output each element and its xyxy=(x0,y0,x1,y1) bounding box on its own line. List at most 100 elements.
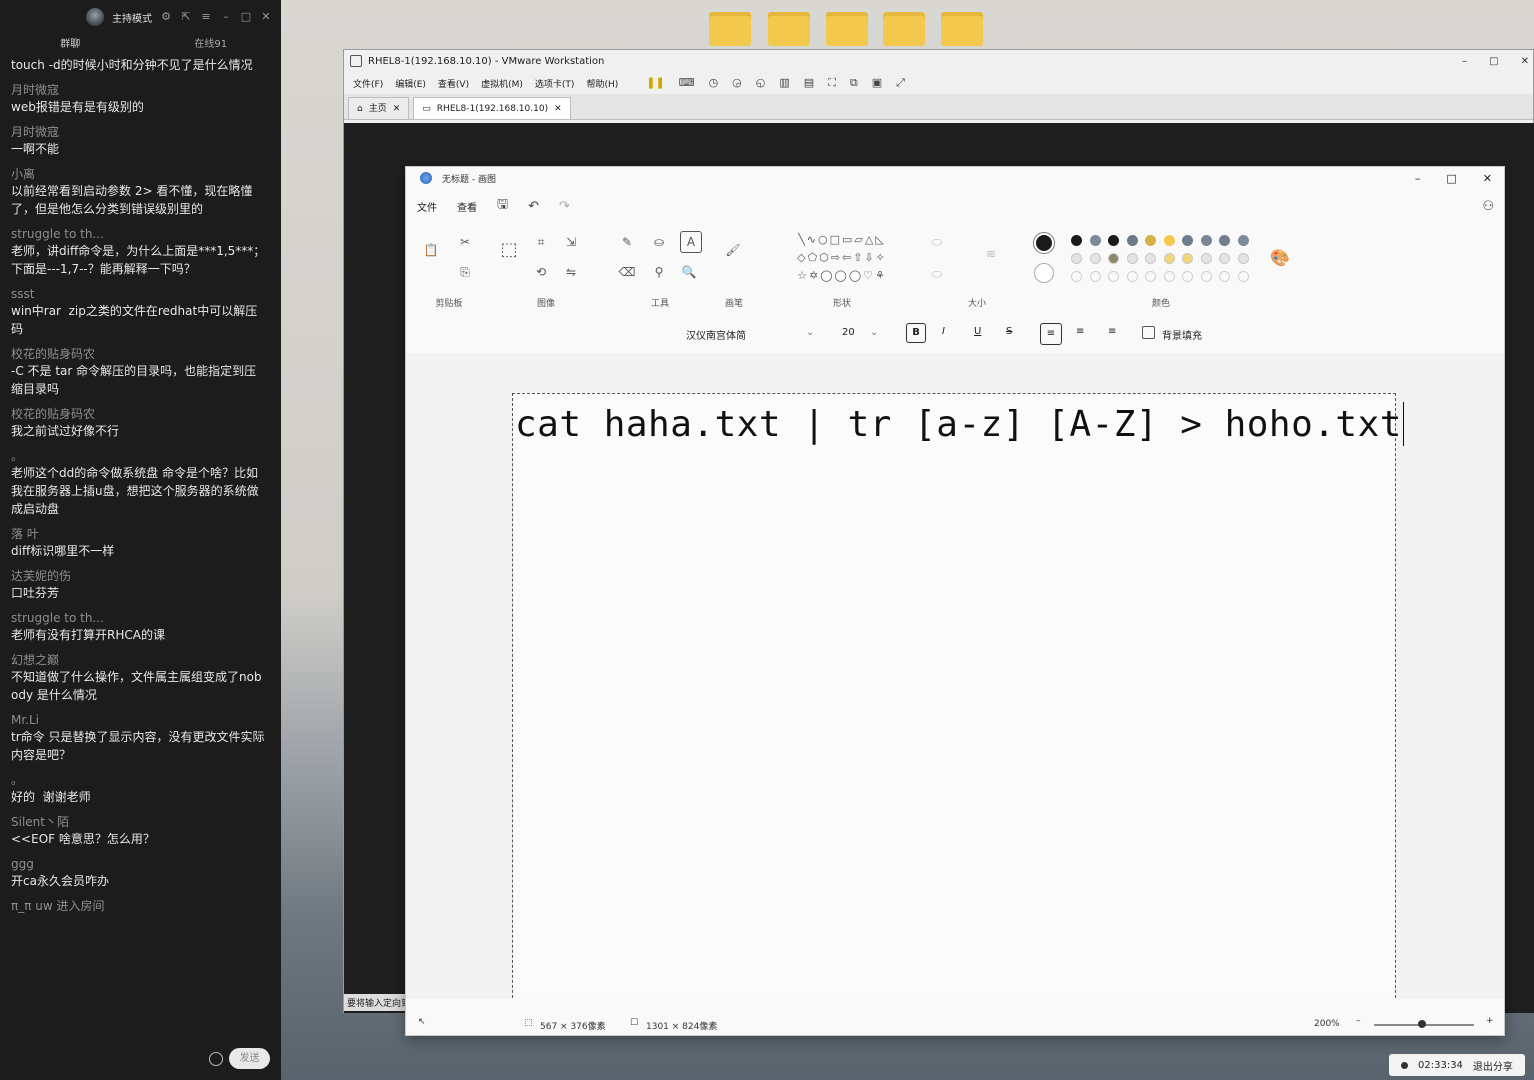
palette-swatch[interactable] xyxy=(1071,271,1082,282)
maximize-icon[interactable]: □ xyxy=(240,11,252,23)
zoom-slider-thumb[interactable] xyxy=(1418,1020,1426,1028)
chevron-down-icon[interactable]: ⌄ xyxy=(870,327,878,338)
palette-swatch[interactable] xyxy=(1108,253,1119,264)
palette-swatch[interactable] xyxy=(1126,235,1138,246)
paste-icon[interactable]: 📋 xyxy=(422,241,440,259)
unity-icon[interactable]: ⧉ xyxy=(850,76,858,90)
rotate-icon[interactable]: ⟲ xyxy=(532,263,550,281)
fullscreen-icon[interactable]: ⛶ xyxy=(828,76,836,90)
minimize-icon[interactable]: – xyxy=(220,11,232,23)
font-size-select[interactable]: 20 xyxy=(842,327,855,338)
palette-swatch[interactable] xyxy=(1108,235,1119,246)
tab-home[interactable]: ⌂ 主页 ✕ xyxy=(348,97,410,119)
pencil-icon[interactable]: ✎ xyxy=(618,233,636,251)
minimize-icon[interactable]: – xyxy=(1415,172,1421,185)
crop-icon[interactable]: ⌗ xyxy=(532,233,550,251)
palette-swatch[interactable] xyxy=(1182,271,1193,282)
emoji-icon[interactable] xyxy=(209,1052,223,1066)
close-icon[interactable]: ✕ xyxy=(554,98,562,119)
snapshot-icon[interactable]: ◷ xyxy=(709,76,719,90)
desktop-folder-icon[interactable] xyxy=(883,12,925,46)
tab-group-chat[interactable]: 群聊 xyxy=(0,34,141,56)
strikethrough-icon[interactable]: S xyxy=(1006,326,1012,337)
menu-view[interactable]: 查看(V) xyxy=(438,77,469,90)
size-icon[interactable]: ≋ xyxy=(982,245,1000,263)
send-keys-icon[interactable]: ⌨ xyxy=(679,76,695,90)
eraser-icon[interactable]: ⌫ xyxy=(618,263,636,281)
palette-swatch[interactable] xyxy=(1200,253,1212,264)
cut-icon[interactable]: ✂ xyxy=(456,233,474,251)
resize-icon[interactable]: ⇲ xyxy=(562,233,580,251)
menu-edit[interactable]: 编辑(E) xyxy=(395,77,426,90)
palette-swatch[interactable] xyxy=(1237,271,1249,282)
share-icon[interactable]: ⚇ xyxy=(1482,199,1494,214)
minimize-icon[interactable]: – xyxy=(1462,56,1467,67)
palette-swatch[interactable] xyxy=(1200,271,1212,282)
menu-icon[interactable]: ≡ xyxy=(200,11,212,23)
snapshot-manager-icon[interactable]: ◵ xyxy=(756,76,766,90)
palette-swatch[interactable] xyxy=(1145,253,1156,264)
console-icon[interactable]: ▣ xyxy=(872,76,882,90)
stretch-icon[interactable]: ⤢ xyxy=(896,76,905,90)
fill-icon[interactable]: ⛀ xyxy=(650,233,668,251)
palette-swatch[interactable] xyxy=(1071,253,1082,264)
align-left-icon[interactable]: ≡ xyxy=(1040,323,1062,345)
view-sidebar-icon[interactable]: ▥ xyxy=(779,76,789,90)
palette-swatch[interactable] xyxy=(1089,235,1101,246)
send-button[interactable]: 发送 xyxy=(229,1048,270,1069)
desktop-folder-icon[interactable] xyxy=(941,12,983,46)
view-thumbnail-icon[interactable]: ▤ xyxy=(804,76,814,90)
close-icon[interactable]: ✕ xyxy=(260,11,272,23)
shape-fill-icon[interactable]: ⬭ xyxy=(928,265,946,283)
palette-swatch[interactable] xyxy=(1182,253,1193,264)
shapes-gallery-icon[interactable]: ◇⬠⬡⇨⇦⇧⇩✧ xyxy=(774,249,910,267)
shapes-gallery-icon[interactable]: ╲∿○□▭▱△◺ xyxy=(774,231,910,249)
edit-colors-icon[interactable]: 🎨 xyxy=(1270,249,1290,267)
menu-help[interactable]: 帮助(H) xyxy=(586,77,618,90)
palette-swatch[interactable] xyxy=(1163,271,1175,282)
brush-icon[interactable]: 🖌 xyxy=(724,241,742,259)
palette-swatch[interactable] xyxy=(1237,235,1249,246)
palette-swatch[interactable] xyxy=(1126,271,1138,282)
palette-swatch[interactable] xyxy=(1219,235,1230,246)
snapshot-restore-icon[interactable]: ◶ xyxy=(732,76,742,90)
color-picker-icon[interactable]: ⚲ xyxy=(650,263,668,281)
magnifier-icon[interactable]: 🔍 xyxy=(680,263,698,281)
menu-file[interactable]: 文件(F) xyxy=(353,77,383,90)
palette-swatch[interactable] xyxy=(1219,253,1230,264)
undo-icon[interactable]: ↶ xyxy=(528,199,539,214)
redo-icon[interactable]: ↷ xyxy=(559,199,570,214)
bold-icon[interactable]: B xyxy=(906,323,926,343)
select-icon[interactable]: ⬚ xyxy=(500,241,518,259)
tab-online[interactable]: 在线91 xyxy=(141,34,282,56)
font-family-select[interactable]: 汉仪南宫体简 xyxy=(686,327,746,342)
exit-share-button[interactable]: 退出分享 xyxy=(1473,1058,1513,1073)
color-2-swatch[interactable] xyxy=(1034,263,1054,283)
menu-vm[interactable]: 虚拟机(M) xyxy=(481,77,523,90)
palette-swatch[interactable] xyxy=(1145,271,1156,282)
menu-view[interactable]: 查看 xyxy=(457,199,477,214)
palette-swatch[interactable] xyxy=(1237,253,1249,264)
color-1-swatch[interactable] xyxy=(1034,233,1054,253)
palette-swatch[interactable] xyxy=(1089,253,1101,264)
underline-icon[interactable]: U xyxy=(974,326,981,337)
italic-icon[interactable]: I xyxy=(942,326,945,337)
close-icon[interactable]: ✕ xyxy=(1483,172,1492,185)
maximize-icon[interactable]: □ xyxy=(1446,172,1456,185)
desktop-folder-icon[interactable] xyxy=(768,12,810,46)
palette-swatch[interactable] xyxy=(1145,235,1156,246)
text-tool-icon[interactable]: A xyxy=(680,231,702,253)
desktop-folder-icon[interactable] xyxy=(709,12,751,46)
zoom-out-icon[interactable]: – xyxy=(1356,1016,1361,1026)
canvas[interactable]: cat haha.txt | tr [a-z] [A-Z] > hoho.txt xyxy=(512,393,1404,999)
popout-icon[interactable]: ⇱ xyxy=(180,11,192,23)
palette-swatch[interactable] xyxy=(1126,253,1138,264)
menu-tabs[interactable]: 选项卡(T) xyxy=(535,77,575,90)
chevron-down-icon[interactable]: ⌄ xyxy=(806,327,814,338)
palette-swatch[interactable] xyxy=(1163,253,1175,264)
palette-swatch[interactable] xyxy=(1200,235,1212,246)
settings-icon[interactable]: ⚙ xyxy=(160,11,172,23)
copy-icon[interactable]: ⎘ xyxy=(456,263,474,281)
palette-swatch[interactable] xyxy=(1089,271,1101,282)
close-icon[interactable]: ✕ xyxy=(393,98,401,119)
